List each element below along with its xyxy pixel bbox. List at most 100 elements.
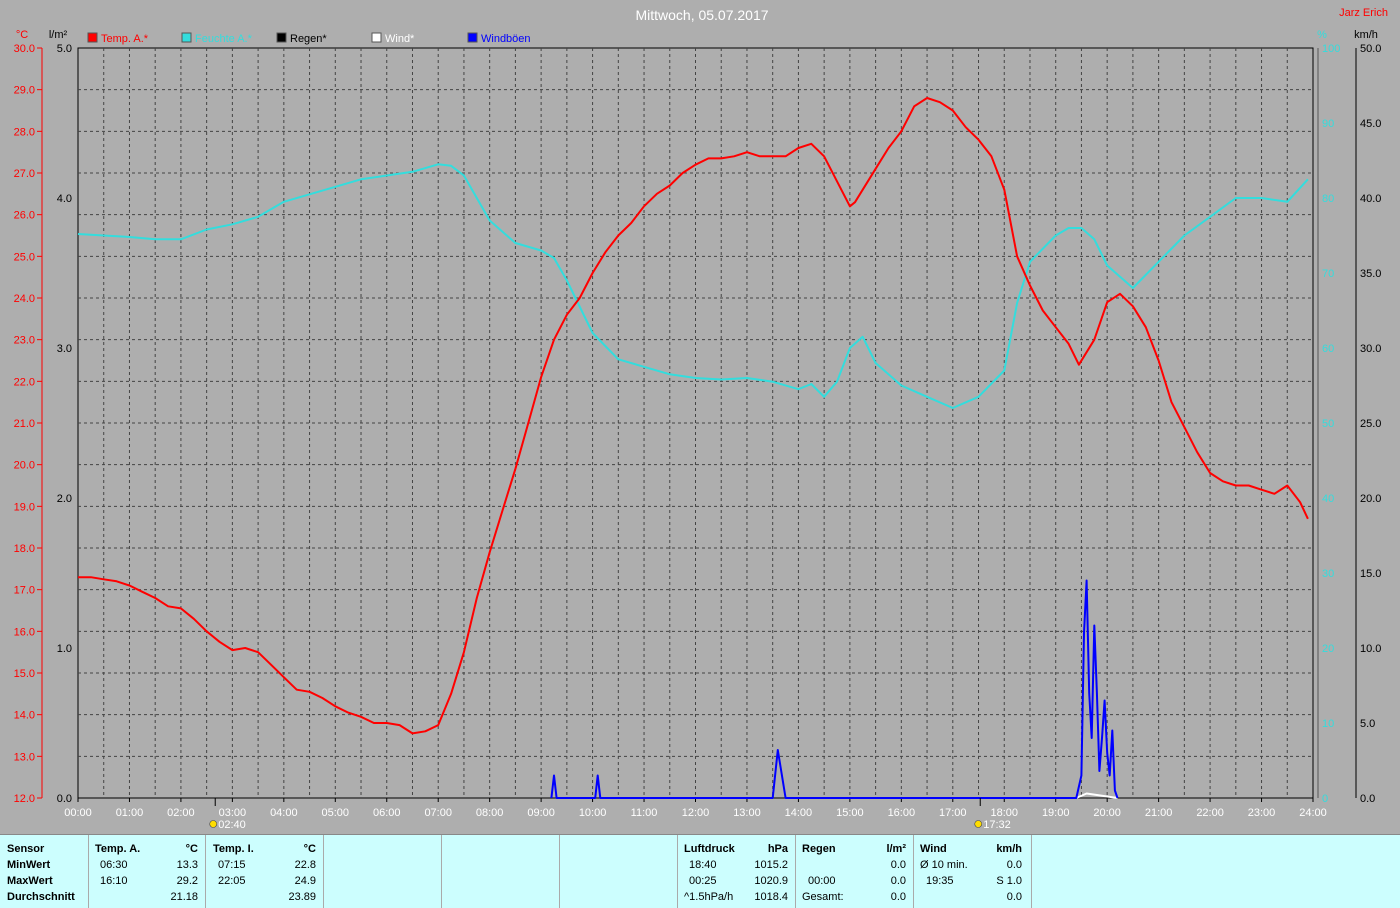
- wind-tick-label: 5.0: [1360, 718, 1375, 730]
- rain-tick-label: 2.0: [57, 493, 72, 505]
- station-name: Jarz Erich: [1339, 7, 1388, 19]
- temp-a-avg: 21.18: [170, 891, 198, 903]
- humidity-tick-label: 70: [1322, 268, 1334, 280]
- temp-tick-label: 17.0: [14, 585, 35, 597]
- temp-tick-label: 21.0: [14, 418, 35, 430]
- pressure-r1: 1015.2: [754, 859, 788, 871]
- time-tick-label: 19:00: [1042, 807, 1070, 819]
- wind-tick-label: 35.0: [1360, 268, 1381, 280]
- humidity-tick-label: 10: [1322, 718, 1334, 730]
- temp-tick-label: 28.0: [14, 126, 35, 138]
- temp-a-header: Temp. A.: [95, 843, 141, 855]
- rain-tick-label: 0.0: [57, 793, 72, 805]
- sun-icon: [209, 820, 218, 828]
- sunset-label: 17:32: [983, 819, 1011, 831]
- rain-r2: 0.0: [890, 875, 906, 887]
- pressure-r3: 1018.4: [754, 891, 788, 903]
- wind-tick-label: 50.0: [1360, 43, 1381, 55]
- temp-tick-label: 20.0: [14, 460, 35, 472]
- temp-tick-label: 19.0: [14, 501, 35, 513]
- rain-tick-label: 5.0: [57, 43, 72, 55]
- temp-i-min-time: 07:15: [218, 859, 246, 871]
- legend: Temp. A.* Feuchte A.* Regen* Wind* Windböen: [87, 32, 531, 45]
- humidity-tick-label: 60: [1322, 343, 1334, 355]
- rain-unit-label: l/m²: [49, 29, 68, 41]
- wind-tick-label: 20.0: [1360, 493, 1381, 505]
- temp-a-max: 29.2: [176, 875, 198, 887]
- humidity-tick-label: 20: [1322, 643, 1334, 655]
- time-tick-label: 24:00: [1299, 807, 1327, 819]
- humidity-tick-label: 0: [1322, 793, 1328, 805]
- temp-tick-label: 29.0: [14, 85, 35, 97]
- minwert-label: MinWert: [7, 859, 51, 871]
- time-tick-label: 12:00: [682, 807, 710, 819]
- wind-tick-label: 45.0: [1360, 118, 1381, 130]
- time-tick-label: 09:00: [527, 807, 555, 819]
- temp-i-unit: °C: [303, 843, 316, 855]
- time-tick-label: 08:00: [476, 807, 504, 819]
- time-tick-label: 13:00: [733, 807, 761, 819]
- legend-label: Regen*: [290, 33, 327, 45]
- humidity-tick-label: 90: [1322, 118, 1334, 130]
- time-tick-label: 21:00: [1145, 807, 1173, 819]
- temp-i-header: Temp. I.: [213, 843, 254, 855]
- wind-header: Wind: [920, 843, 947, 855]
- time-tick-label: 00:00: [64, 807, 92, 819]
- legend-label: Temp. A.*: [101, 33, 149, 45]
- rain-r2-time: 00:00: [808, 875, 836, 887]
- temp-tick-label: 23.0: [14, 335, 35, 347]
- rain-r3: 0.0: [890, 891, 906, 903]
- rain-r1: 0.0: [890, 859, 906, 871]
- legend-label: Feuchte A.*: [195, 33, 253, 45]
- maxwert-label: MaxWert: [7, 875, 53, 887]
- durchschnitt-label: Durchschnitt: [7, 891, 75, 903]
- statistics-table: Sensor MinWert MaxWert Durchschnitt Temp…: [0, 834, 1400, 908]
- temp-i-avg: 23.89: [288, 891, 316, 903]
- pressure-trend-label: ^1.5hPa/h: [684, 891, 734, 903]
- time-tick-label: 06:00: [373, 807, 401, 819]
- legend-swatch: [467, 32, 478, 43]
- wind-tick-label: 15.0: [1360, 568, 1381, 580]
- legend-label: Wind*: [385, 33, 415, 45]
- time-tick-label: 18:00: [990, 807, 1018, 819]
- rain-tick-label: 4.0: [57, 193, 72, 205]
- sunrise-label: 02:40: [218, 819, 246, 831]
- temp-i-max-time: 22:05: [218, 875, 246, 887]
- rain-total-label: Gesamt:: [802, 891, 844, 903]
- legend-label: Windböen: [481, 33, 531, 45]
- humidity-tick-label: 80: [1322, 193, 1334, 205]
- humidity-tick-label: 100: [1322, 43, 1340, 55]
- legend-swatch: [87, 32, 98, 43]
- time-tick-label: 15:00: [836, 807, 864, 819]
- pressure-r2: 1020.9: [754, 875, 788, 887]
- legend-swatch: [371, 32, 382, 43]
- wind-r2-time: 19:35: [926, 875, 954, 887]
- time-tick-label: 16:00: [888, 807, 916, 819]
- temp-a-min-time: 06:30: [100, 859, 128, 871]
- temp-a-unit: °C: [185, 843, 198, 855]
- time-tick-label: 17:00: [939, 807, 967, 819]
- pressure-r2-time: 00:25: [689, 875, 717, 887]
- temp-unit-label: °C: [16, 29, 28, 41]
- time-tick-label: 07:00: [424, 807, 452, 819]
- temp-tick-label: 16.0: [14, 626, 35, 638]
- humidity-unit-label: %: [1317, 29, 1327, 41]
- sensor-header: Sensor: [7, 843, 45, 855]
- weather-chart: Mittwoch, 05.07.2017 Jarz Erich °C l/m² …: [14, 7, 1388, 831]
- time-tick-label: 14:00: [785, 807, 813, 819]
- rain-header: Regen: [802, 843, 836, 855]
- temp-tick-label: 26.0: [14, 210, 35, 222]
- pressure-header: Luftdruck: [684, 843, 735, 855]
- temp-a-min: 13.3: [176, 859, 198, 871]
- chart-title: Mittwoch, 05.07.2017: [635, 7, 768, 23]
- humidity-tick-label: 30: [1322, 568, 1334, 580]
- time-tick-label: 05:00: [322, 807, 350, 819]
- wind-tick-label: 25.0: [1360, 418, 1381, 430]
- wind-r3: 0.0: [1006, 891, 1022, 903]
- time-tick-label: 22:00: [1196, 807, 1224, 819]
- pressure-unit: hPa: [767, 843, 788, 855]
- temp-tick-label: 12.0: [14, 793, 35, 805]
- wind-avg-label: Ø 10 min.: [920, 859, 968, 871]
- wind-tick-label: 10.0: [1360, 643, 1381, 655]
- time-tick-label: 20:00: [1093, 807, 1121, 819]
